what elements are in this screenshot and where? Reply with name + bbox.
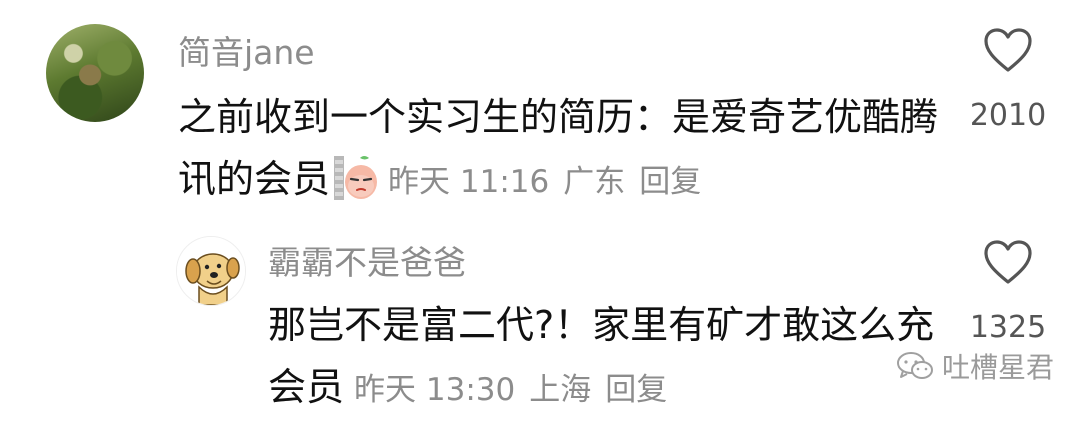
- sly-peach-emoji-icon: [334, 156, 378, 200]
- reply-button[interactable]: 回复: [605, 372, 667, 408]
- watermark-text: 吐槽星君: [942, 351, 1055, 384]
- like-group: 2010: [958, 28, 1058, 133]
- reply-username[interactable]: 霸霸不是爸爸: [268, 236, 466, 284]
- reply-time: 昨天 13:30: [354, 372, 516, 408]
- reply-button[interactable]: 回复: [639, 164, 701, 200]
- wechat-icon: [897, 352, 933, 379]
- cartoon-dog-avatar[interactable]: [176, 236, 246, 306]
- avatar[interactable]: [46, 24, 144, 122]
- reply-text: 那岂不是富二代?！家里有矿才敢这么充会员 昨天 13:30 上海 回复: [268, 294, 938, 421]
- reply-meta: 昨天 13:30 上海 回复: [354, 372, 681, 408]
- watermark: 吐槽星君: [896, 346, 1054, 386]
- like-group: 1325: [958, 240, 1058, 345]
- reply-location: 上海: [529, 372, 592, 408]
- comment-text: 之前收到一个实习生的简历：是爱奇艺优酷腾讯的会员 昨天 11:16 广东 回复: [178, 86, 938, 213]
- comment-time: 昨天 11:16: [388, 164, 550, 200]
- comment-meta: 昨天 11:16 广东 回复: [388, 164, 715, 200]
- like-count: 1325: [969, 310, 1047, 345]
- like-count: 2010: [969, 98, 1047, 133]
- heart-icon[interactable]: [983, 240, 1033, 286]
- heart-icon[interactable]: [983, 28, 1033, 74]
- comment-location: 广东: [563, 164, 626, 200]
- comment-username[interactable]: 简音jane: [178, 26, 315, 74]
